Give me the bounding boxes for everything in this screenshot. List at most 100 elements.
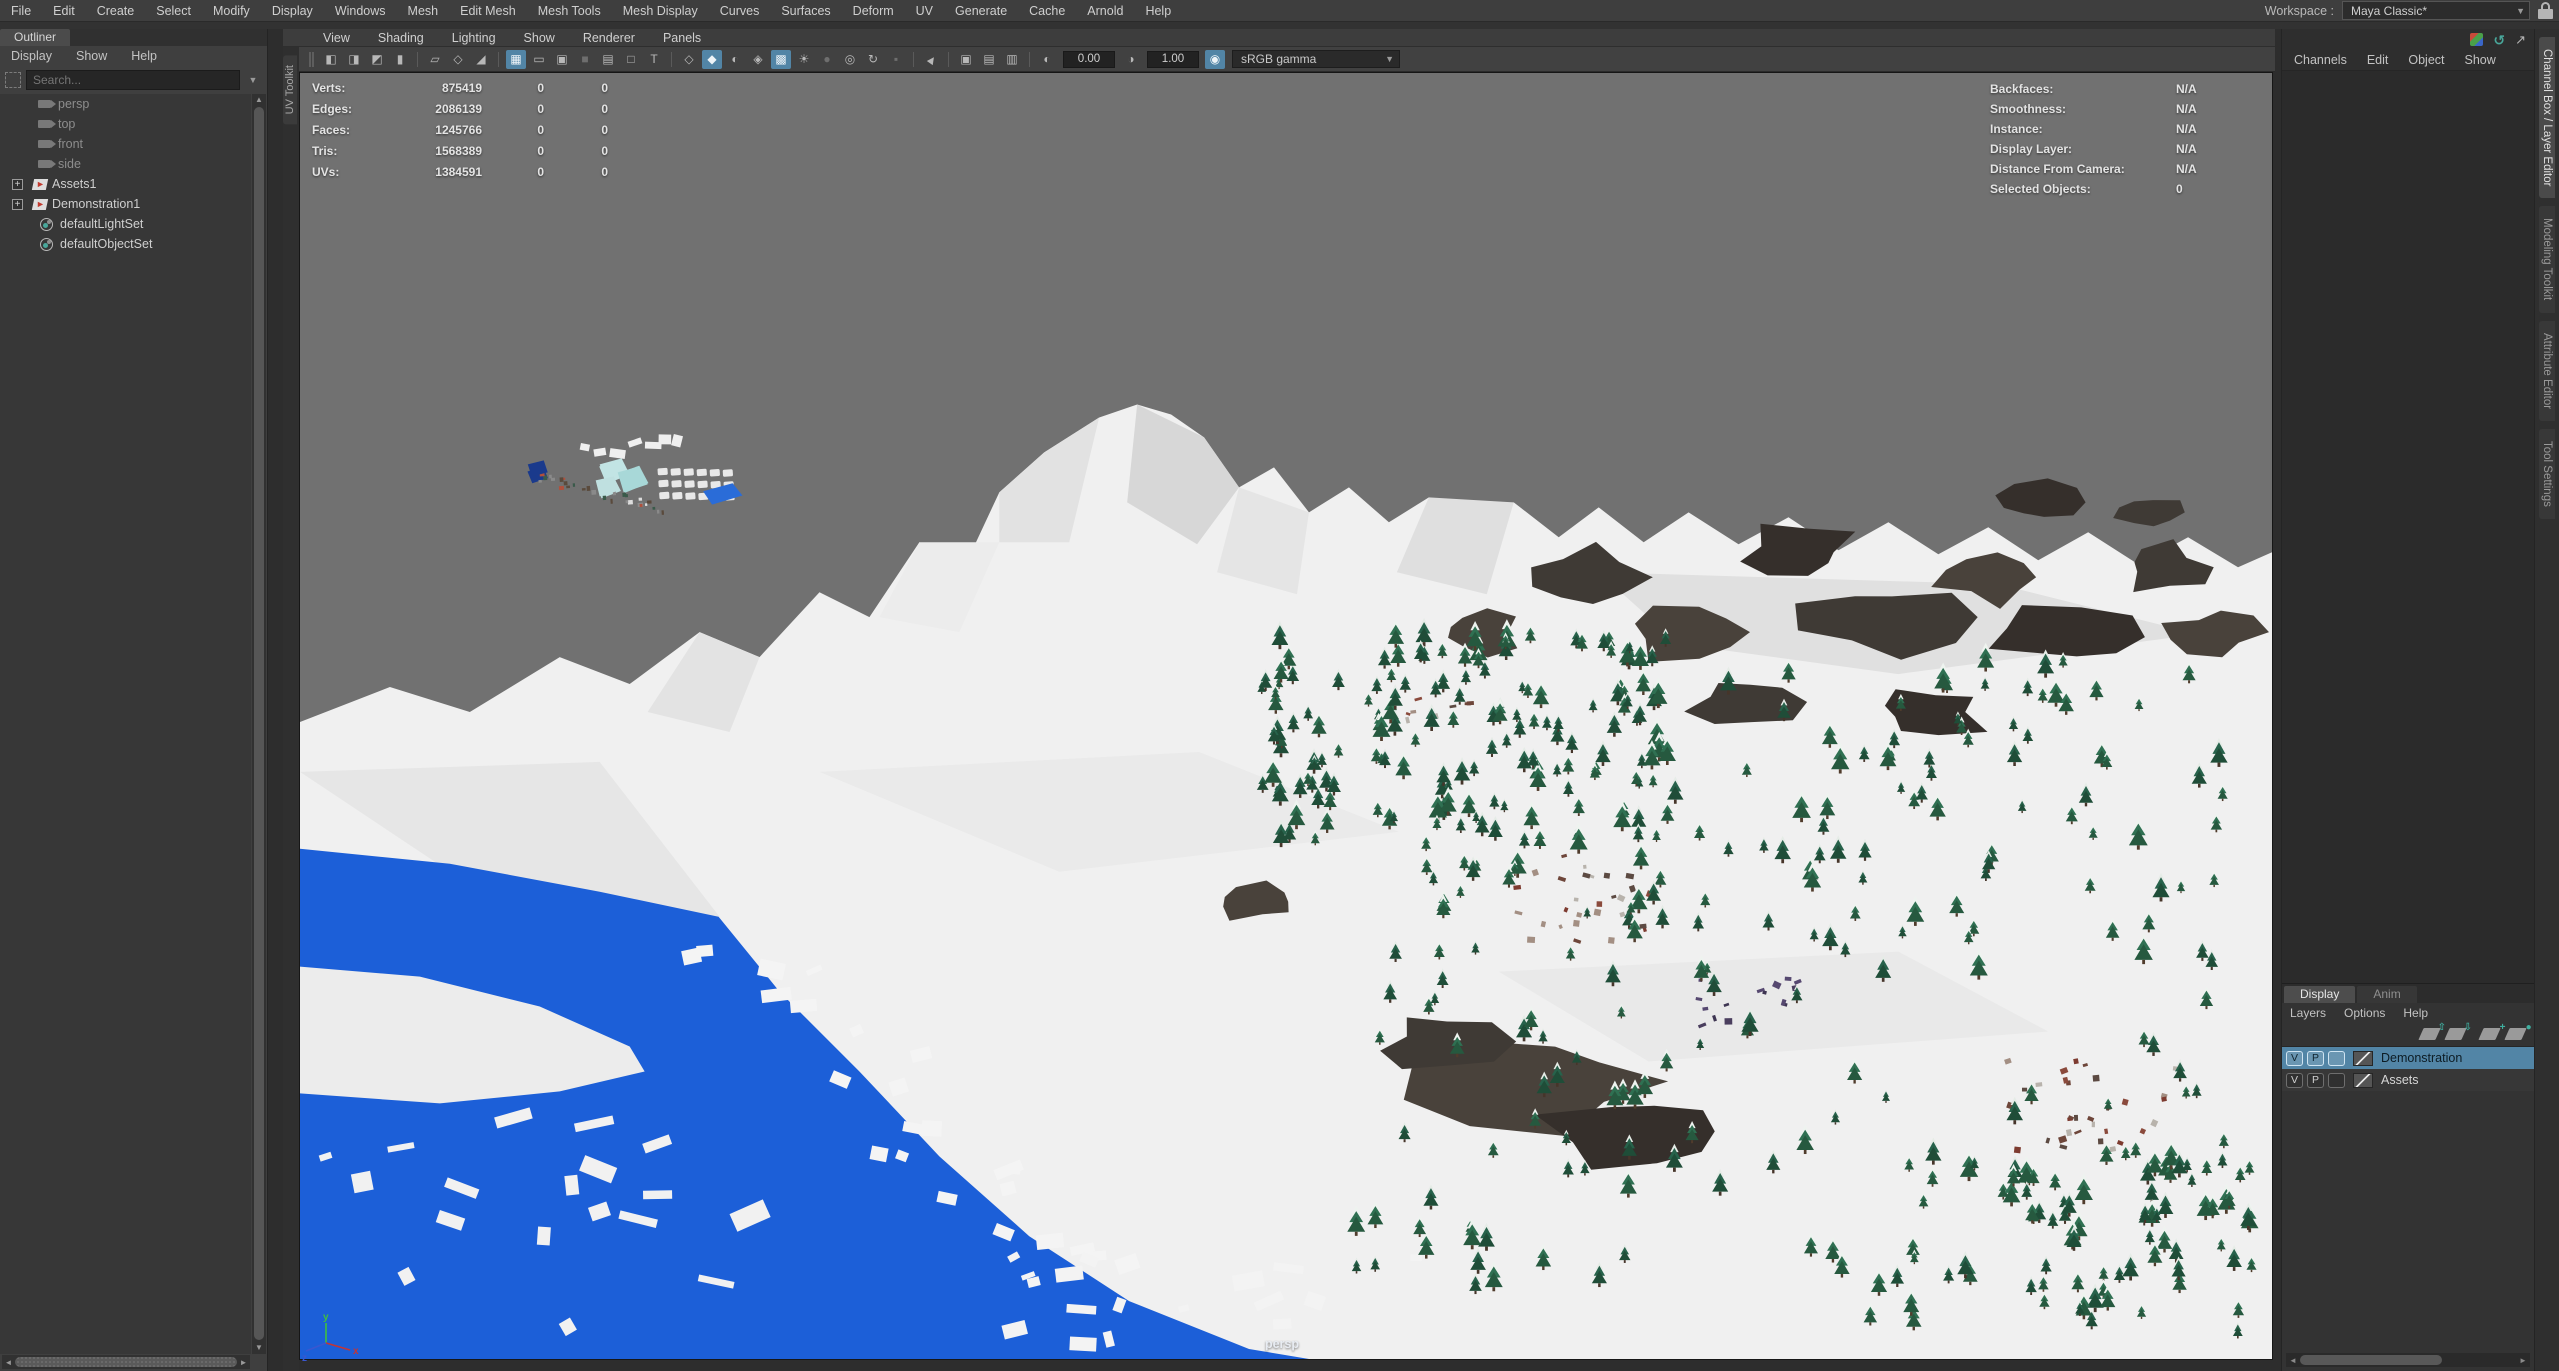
outliner-tab[interactable]: Outliner xyxy=(0,29,70,46)
menubar-item[interactable]: Help xyxy=(1134,4,1182,18)
ambient-occlusion-icon[interactable]: ◎ xyxy=(840,50,860,69)
outliner-hscrollbar[interactable]: ◄ ► xyxy=(2,1355,250,1369)
menubar-item[interactable]: File xyxy=(0,4,42,18)
resolution-gate-icon[interactable]: ▣ xyxy=(552,50,572,69)
camera-lock-icon[interactable]: ◨ xyxy=(344,50,364,69)
menubar-item[interactable]: Arnold xyxy=(1076,4,1134,18)
scroll-right-icon[interactable]: ► xyxy=(237,1358,250,1367)
multisampling-icon[interactable]: ▪ xyxy=(886,50,906,69)
default-material-icon[interactable]: ▩ xyxy=(771,50,791,69)
viewport-canvas[interactable]: Verts: 875419 0 0 Edges: 2086139 0 0 Fac… xyxy=(299,72,2273,1360)
gate-mask-icon[interactable]: ■ xyxy=(575,50,595,69)
tab-attribute-editor[interactable]: Attribute Editor xyxy=(2539,321,2555,421)
layer-editor-menu-item[interactable]: Layers xyxy=(2290,1006,2326,1020)
channelbox-menu-item[interactable]: Edit xyxy=(2367,53,2389,67)
isolate-add-icon[interactable]: ▤ xyxy=(979,50,999,69)
menubar-item[interactable]: Create xyxy=(86,4,146,18)
menubar-item[interactable]: Mesh Display xyxy=(612,4,709,18)
outliner-item-set[interactable]: defaultLightSet xyxy=(0,214,251,234)
scroll-thumb[interactable] xyxy=(15,1357,237,1367)
viewport-menu-item[interactable]: Shading xyxy=(378,31,424,45)
menubar-item[interactable]: Modify xyxy=(202,4,261,18)
select-cursor-icon[interactable]: ► xyxy=(917,45,944,72)
outliner-item-camera[interactable]: side xyxy=(0,154,251,174)
bookmark-icon[interactable]: ▮ xyxy=(390,50,410,69)
grid-icon[interactable]: ▦ xyxy=(506,50,526,69)
layer-display-type-toggle[interactable] xyxy=(2328,1073,2345,1088)
safe-action-icon[interactable]: □ xyxy=(621,50,641,69)
outliner-item-set[interactable]: defaultObjectSet xyxy=(0,234,251,254)
outliner-item-demonstration1[interactable]: + ► Demonstration1 xyxy=(0,194,251,214)
exposure-icon[interactable]: ◐ xyxy=(1037,50,1057,69)
wireframe-icon[interactable]: ◇ xyxy=(679,50,699,69)
viewport-menu-item[interactable]: Show xyxy=(524,31,555,45)
viewport-menu-item[interactable]: Renderer xyxy=(583,31,635,45)
layer-move-up-icon[interactable]: ⇧ xyxy=(2418,1028,2440,1040)
menubar-item[interactable]: Curves xyxy=(709,4,771,18)
safe-title-icon[interactable]: T xyxy=(644,50,664,69)
camera-icon[interactable]: ◧ xyxy=(321,50,341,69)
uv-toolkit-tab[interactable]: UV Toolkit xyxy=(283,55,297,124)
outliner-menu-item[interactable]: Show xyxy=(76,49,107,63)
contrast-icon[interactable]: ◑ xyxy=(1121,50,1141,69)
channelbox-menu-item[interactable]: Channels xyxy=(2294,53,2347,67)
menubar-item[interactable]: Select xyxy=(145,4,202,18)
outliner-item-camera[interactable]: front xyxy=(0,134,251,154)
textured-icon[interactable]: ◐ xyxy=(725,50,745,69)
scroll-thumb[interactable] xyxy=(2300,1355,2442,1365)
layer-move-down-icon[interactable]: ⇩ xyxy=(2444,1028,2466,1040)
menubar-item[interactable]: Cache xyxy=(1018,4,1076,18)
shadows-icon[interactable]: ● xyxy=(817,50,837,69)
viewport-menu-item[interactable]: Lighting xyxy=(452,31,496,45)
layer-color-swatch[interactable] xyxy=(2353,1073,2373,1088)
lighting-icon[interactable]: ☀ xyxy=(794,50,814,69)
search-input[interactable] xyxy=(26,70,240,90)
workspace-lock-icon[interactable] xyxy=(2538,2,2553,19)
expand-icon[interactable]: + xyxy=(12,199,23,210)
camera-attributes-icon[interactable]: ◩ xyxy=(367,50,387,69)
menubar-item[interactable]: Edit Mesh xyxy=(449,4,527,18)
shaded-icon[interactable]: ◆ xyxy=(702,50,722,69)
field-chart-icon[interactable]: ▤ xyxy=(598,50,618,69)
tab-channel-box-layer-editor[interactable]: Channel Box / Layer Editor xyxy=(2539,37,2555,198)
layer-editor-hscrollbar[interactable]: ◄ ► xyxy=(2286,1353,2530,1367)
scroll-down-icon[interactable]: ▼ xyxy=(252,1342,266,1354)
scroll-left-icon[interactable]: ◄ xyxy=(2,1358,15,1367)
menubar-item[interactable]: Generate xyxy=(944,4,1018,18)
2d-pan-zoom-icon[interactable]: ◇ xyxy=(448,50,468,69)
layer-editor-menu-item[interactable]: Help xyxy=(2403,1006,2428,1020)
colorspace-dropdown[interactable]: sRGB gamma ▼ xyxy=(1232,50,1400,68)
menubar-item[interactable]: Mesh Tools xyxy=(527,4,612,18)
color-management-icon[interactable]: ◉ xyxy=(1205,50,1225,69)
layer-display-type-toggle[interactable] xyxy=(2328,1051,2345,1066)
exposure-field[interactable] xyxy=(1063,51,1115,68)
tab-modeling-toolkit[interactable]: Modeling Toolkit xyxy=(2539,206,2555,312)
menubar-item[interactable]: Display xyxy=(261,4,324,18)
motion-blur-icon[interactable]: ↻ xyxy=(863,50,883,69)
tab-display[interactable]: Display xyxy=(2284,986,2355,1003)
layer-visibility-toggle[interactable]: V xyxy=(2286,1073,2303,1088)
search-dropdown-icon[interactable]: ▼ xyxy=(245,75,261,85)
layer-row-demonstration[interactable]: V P Demonstration xyxy=(2282,1047,2534,1069)
tab-tool-settings[interactable]: Tool Settings xyxy=(2539,429,2555,519)
layer-playback-toggle[interactable]: P xyxy=(2307,1073,2324,1088)
isolate-select-icon[interactable]: ▣ xyxy=(956,50,976,69)
gamma-field[interactable] xyxy=(1147,51,1199,68)
outliner-item-assets1[interactable]: + ► Assets1 xyxy=(0,174,251,194)
construction-history-icon[interactable]: ↺ xyxy=(2493,33,2505,47)
transform-gizmo-icon[interactable] xyxy=(2470,33,2483,46)
graph-editor-icon[interactable]: ↗ xyxy=(2515,33,2526,46)
layer-playback-toggle[interactable]: P xyxy=(2307,1051,2324,1066)
menubar-item[interactable]: Surfaces xyxy=(770,4,841,18)
scroll-up-icon[interactable]: ▲ xyxy=(252,94,266,106)
filter-icon[interactable] xyxy=(5,72,21,88)
outliner-item-camera[interactable]: top xyxy=(0,114,251,134)
layer-color-swatch[interactable] xyxy=(2353,1051,2373,1066)
viewport-menu-item[interactable]: Panels xyxy=(663,31,701,45)
channelbox-menu-item[interactable]: Show xyxy=(2465,53,2496,67)
layer-editor-menu-item[interactable]: Options xyxy=(2344,1006,2385,1020)
grease-pencil-icon[interactable]: ◢ xyxy=(471,50,491,69)
viewport-menu-item[interactable]: View xyxy=(323,31,350,45)
menubar-item[interactable]: Mesh xyxy=(397,4,450,18)
expand-icon[interactable]: + xyxy=(12,179,23,190)
